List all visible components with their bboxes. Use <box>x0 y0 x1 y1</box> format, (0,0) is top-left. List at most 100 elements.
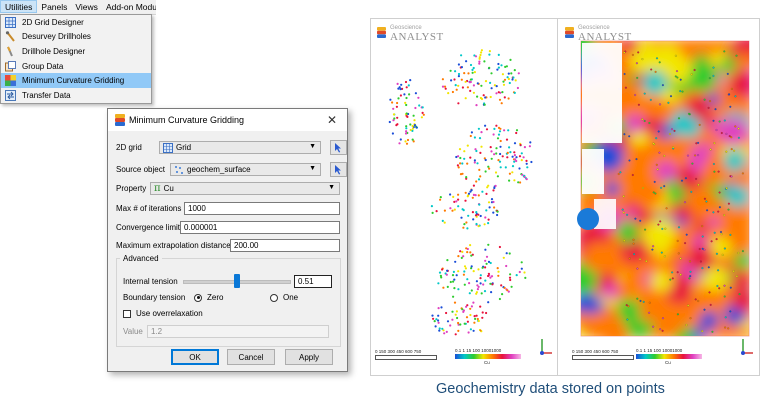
sample-point <box>457 63 460 66</box>
sample-point <box>505 65 508 68</box>
ok-button[interactable]: OK <box>171 349 219 365</box>
sample-point <box>689 317 692 320</box>
sample-point <box>466 86 469 89</box>
close-icon[interactable]: ✕ <box>327 113 337 127</box>
sample-point <box>445 273 448 276</box>
sample-point <box>648 301 651 304</box>
sample-point <box>453 278 456 281</box>
sample-point <box>655 57 658 60</box>
sample-point <box>472 66 475 70</box>
sample-point <box>457 288 460 291</box>
sample-point <box>472 91 475 94</box>
menu-item-group-data[interactable]: Group Data <box>1 59 151 74</box>
sample-point <box>496 175 499 178</box>
grid-value-blob <box>652 303 686 336</box>
sample-point <box>624 86 627 89</box>
slider-thumb[interactable] <box>234 274 240 288</box>
sample-point <box>652 191 655 194</box>
sample-point <box>480 84 483 87</box>
sample-point <box>480 292 483 295</box>
sample-point <box>480 330 483 333</box>
menu-panels[interactable]: Panels <box>37 0 71 14</box>
sample-point <box>513 142 517 145</box>
sample-point <box>483 60 486 63</box>
sample-point <box>449 280 452 284</box>
menu-utilities[interactable]: Utilities <box>0 0 38 13</box>
max-iterations-input[interactable]: 1000 <box>184 202 340 215</box>
menu-item-transfer-data[interactable]: Transfer Data <box>1 88 151 103</box>
pick-grid-button[interactable] <box>330 140 347 155</box>
menu-item-desurvey-drillholes[interactable]: Desurvey Drillholes <box>1 30 151 45</box>
dialog-titlebar[interactable]: Minimum Curvature Gridding ✕ <box>108 109 347 131</box>
sample-point <box>457 193 460 196</box>
sample-point <box>520 267 523 270</box>
menu-item-2d-grid-designer[interactable]: 2D Grid Designer <box>1 15 151 30</box>
sample-point <box>403 93 406 96</box>
sample-point <box>397 87 400 90</box>
sample-point <box>515 159 518 163</box>
sample-point <box>412 114 415 117</box>
sample-point <box>471 71 474 74</box>
sample-point <box>724 316 727 319</box>
cancel-button[interactable]: Cancel <box>227 349 275 365</box>
sample-point <box>513 160 516 163</box>
sample-point <box>515 274 518 277</box>
sample-point <box>659 328 662 331</box>
menu-add-on-modules[interactable]: Add-on Modu <box>102 0 156 14</box>
property-select[interactable]: π Cu ▼ <box>150 182 340 195</box>
sample-point <box>411 124 414 128</box>
sample-point <box>711 330 714 333</box>
scale-bar-labels: 0 150 300 450 600 750 <box>572 349 619 354</box>
sample-point <box>641 187 644 190</box>
boundary-one-radio[interactable] <box>270 293 278 302</box>
sample-point <box>675 70 678 73</box>
sample-point <box>513 151 516 154</box>
sample-point <box>712 119 715 122</box>
sample-point <box>421 111 424 114</box>
menu-item-minimum-curvature-gridding[interactable]: Minimum Curvature Gridding <box>1 73 151 88</box>
menu-views[interactable]: Views <box>71 0 102 14</box>
sample-point <box>431 314 434 317</box>
sample-point <box>430 205 433 208</box>
sample-point <box>455 155 458 159</box>
internal-tension-slider[interactable] <box>183 274 291 288</box>
menu-item-label: Minimum Curvature Gridding <box>22 76 125 86</box>
grid-select[interactable]: Grid ▼ <box>159 141 321 154</box>
sample-point <box>697 300 700 303</box>
sample-point <box>474 55 478 58</box>
internal-tension-input[interactable]: 0.51 <box>294 274 332 288</box>
sample-point <box>464 191 467 194</box>
sample-point <box>494 184 497 187</box>
sample-point <box>497 53 500 57</box>
convergence-input[interactable]: 0.000001 <box>180 221 340 234</box>
sample-point <box>642 300 645 303</box>
pick-source-button[interactable] <box>330 162 347 177</box>
sample-point <box>438 271 442 274</box>
sample-point <box>409 123 412 126</box>
sample-point <box>659 220 662 223</box>
sample-point <box>496 213 499 217</box>
sample-point <box>437 282 440 285</box>
sample-point <box>715 128 718 131</box>
overrelaxation-checkbox[interactable] <box>123 309 131 318</box>
sample-point <box>395 105 398 108</box>
source-select[interactable]: geochem_surface ▼ <box>170 163 321 176</box>
apply-button[interactable]: Apply <box>285 349 333 365</box>
gridded-view[interactable]: Geoscience ANALYST 0 150 300 450 600 750… <box>558 19 759 375</box>
sample-point <box>399 94 402 97</box>
grid-value-blob <box>671 67 689 85</box>
sample-point <box>506 156 509 159</box>
max-extrapolation-input[interactable]: 200.00 <box>230 239 340 252</box>
points-view[interactable]: Geoscience ANALYST 0 150 300 450 600 750… <box>371 19 557 375</box>
menu-item-drillhole-designer[interactable]: Drillhole Designer <box>1 44 151 59</box>
boundary-zero-radio[interactable] <box>194 293 202 302</box>
sample-point <box>687 154 690 157</box>
sample-point <box>477 268 480 271</box>
sample-point <box>465 60 468 63</box>
sample-point <box>685 233 688 236</box>
menubar: Utilities Panels Views Add-on Modu <box>0 0 156 15</box>
sample-point <box>650 68 653 71</box>
sample-point <box>665 207 668 210</box>
sample-point <box>473 159 476 162</box>
sample-point <box>680 179 683 182</box>
